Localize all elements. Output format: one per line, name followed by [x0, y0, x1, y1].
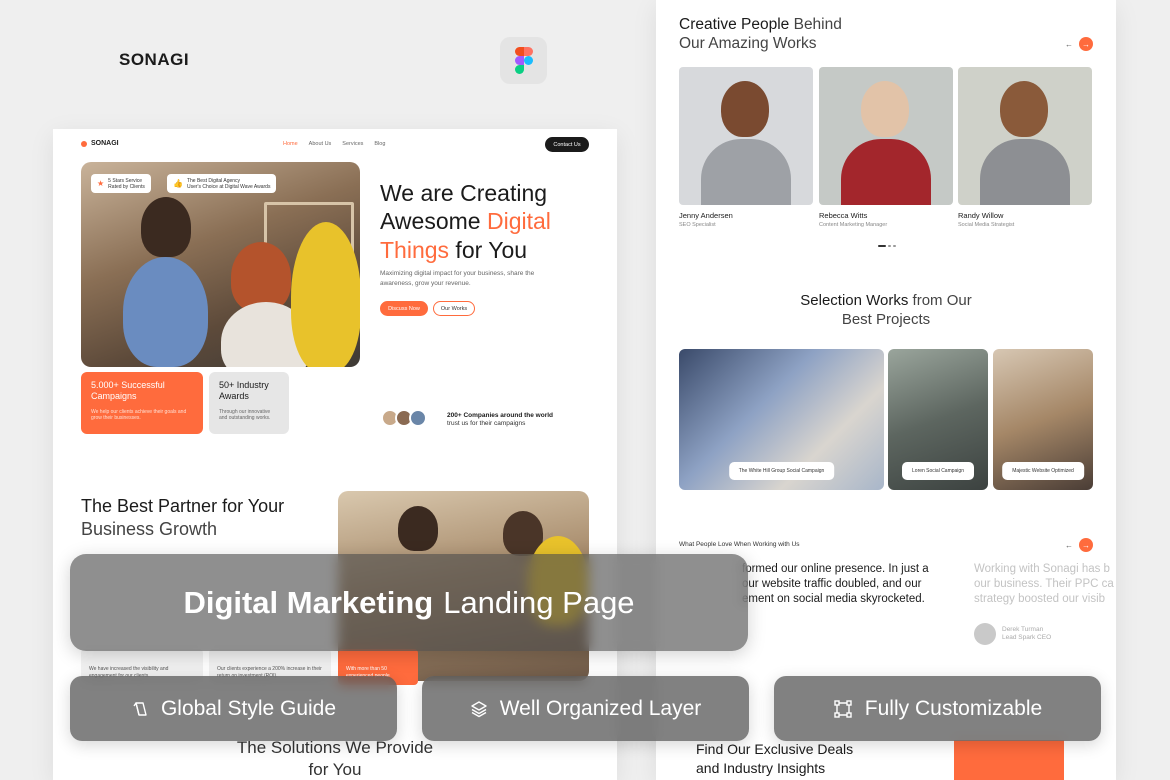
deals-heading: Find Our Exclusive Deals and Industry In…: [696, 741, 854, 776]
vector-bezier-icon: [834, 699, 852, 718]
preview-logo: SONAGI: [81, 140, 119, 147]
star-icon: ★: [97, 178, 105, 188]
work-caption: Majestic Website Optimized: [1002, 462, 1084, 480]
testimonial-quote-faded: Working with Sonagi has b our business. …: [974, 563, 1114, 606]
feature-pill-style-guide: Global Style Guide: [70, 676, 397, 741]
team-prev-arrow-icon[interactable]: ←: [1062, 37, 1076, 51]
deals-image: [954, 740, 1064, 780]
award-badge: 👍 The Best Digital Agency User's Choice a…: [167, 174, 277, 193]
reviewer: Derek Turman Lead Spark CEO: [974, 623, 1051, 645]
team-name: Randy Willow: [958, 211, 1004, 220]
team-role: Content Marketing Manager: [819, 222, 888, 228]
person-body: [980, 139, 1070, 205]
trust-text: 200+ Companies around the world trust us…: [447, 412, 554, 428]
preview-navbar: SONAGI Home About Us Services Blog Conta…: [53, 129, 617, 161]
our-works-button[interactable]: Our Works: [433, 301, 475, 316]
team-card-jenny: [679, 67, 813, 205]
team-name: Rebecca Witts: [819, 211, 868, 220]
photo-person: [291, 222, 360, 367]
feature-pill-layers: Well Organized Layer: [422, 676, 749, 741]
team-next-arrow-icon[interactable]: →: [1079, 37, 1093, 51]
avatar: [409, 409, 427, 427]
nav-link-blog[interactable]: Blog: [374, 141, 385, 147]
testimonial-quote: formed our online presence. In just a ou…: [742, 563, 929, 606]
works-section-heading: Selection Works from Our Best Projects: [800, 292, 972, 328]
title-banner: Digital Marketing Landing Page: [70, 554, 748, 651]
figma-logo-icon: [500, 37, 547, 84]
testimonials-label: What People Love When Working with Us: [679, 541, 800, 548]
stat-card-awards: 50+ Industry Awards Through our innovati…: [209, 372, 289, 434]
nav-link-home[interactable]: Home: [283, 141, 298, 147]
testimonial-next-arrow-icon[interactable]: →: [1079, 538, 1093, 552]
team-role: Social Media Strategist: [958, 222, 1015, 228]
person-head: [721, 81, 769, 137]
work-card-white-hill[interactable]: The White Hill Group Social Campaign: [679, 349, 884, 490]
hero-team-photo: ★ 5 Stars Service Rated by Clients 👍 The …: [81, 162, 360, 367]
brand-logo-text: SONAGI: [119, 50, 190, 69]
contact-us-button[interactable]: Contact Us: [545, 137, 589, 152]
carousel-dots[interactable]: [878, 245, 896, 247]
team-role: SEO Specialist: [679, 222, 716, 228]
team-card-randy: [958, 67, 1092, 205]
hero-subtitle: Maximizing digital impact for your busin…: [380, 270, 535, 287]
person-body: [841, 139, 931, 205]
partner-heading: The Best Partner for Your Business Growt…: [81, 496, 285, 540]
nav-link-about[interactable]: About Us: [309, 141, 332, 147]
photo-person: [123, 257, 208, 367]
thumbs-up-icon: 👍: [173, 178, 183, 188]
solutions-heading: The Solutions We Provide for You: [236, 738, 434, 780]
work-caption: The White Hill Group Social Campaign: [728, 462, 835, 480]
team-name: Jenny Andersen: [679, 211, 733, 220]
work-card-loren[interactable]: Loren Social Campaign: [888, 349, 988, 490]
work-card-majestic[interactable]: Majestic Website Optimized: [993, 349, 1093, 490]
photo-person: [141, 197, 191, 257]
person-head: [861, 81, 909, 137]
logo-mark-icon: [81, 140, 87, 147]
preview-nav-links: Home About Us Services Blog: [283, 141, 385, 147]
team-card-rebecca: [819, 67, 953, 205]
five-stars-badge: ★ 5 Stars Service Rated by Clients: [91, 174, 151, 193]
nav-link-services[interactable]: Services: [342, 141, 363, 147]
person-body: [701, 139, 791, 205]
avatar: [974, 623, 996, 645]
discuss-now-button[interactable]: Discuss Now: [380, 301, 428, 316]
landing-page-preview-right: Creative People Behind Our Amazing Works…: [656, 0, 1116, 780]
client-avatars: [381, 409, 427, 427]
hero-heading: We are Creating Awesome Digital Things f…: [380, 180, 551, 263]
photo-person: [398, 506, 438, 551]
stat-card-campaigns: 5.000+ Successful Campaigns We help our …: [81, 372, 203, 434]
style-guide-icon: [133, 701, 147, 716]
layers-icon: [471, 700, 487, 717]
team-section-heading: Creative People Behind Our Amazing Works: [679, 16, 842, 52]
work-caption: Loren Social Campaign: [902, 462, 974, 480]
person-head: [1000, 81, 1048, 137]
testimonial-prev-arrow-icon[interactable]: ←: [1062, 538, 1076, 552]
feature-pill-customizable: Fully Customizable: [774, 676, 1101, 741]
